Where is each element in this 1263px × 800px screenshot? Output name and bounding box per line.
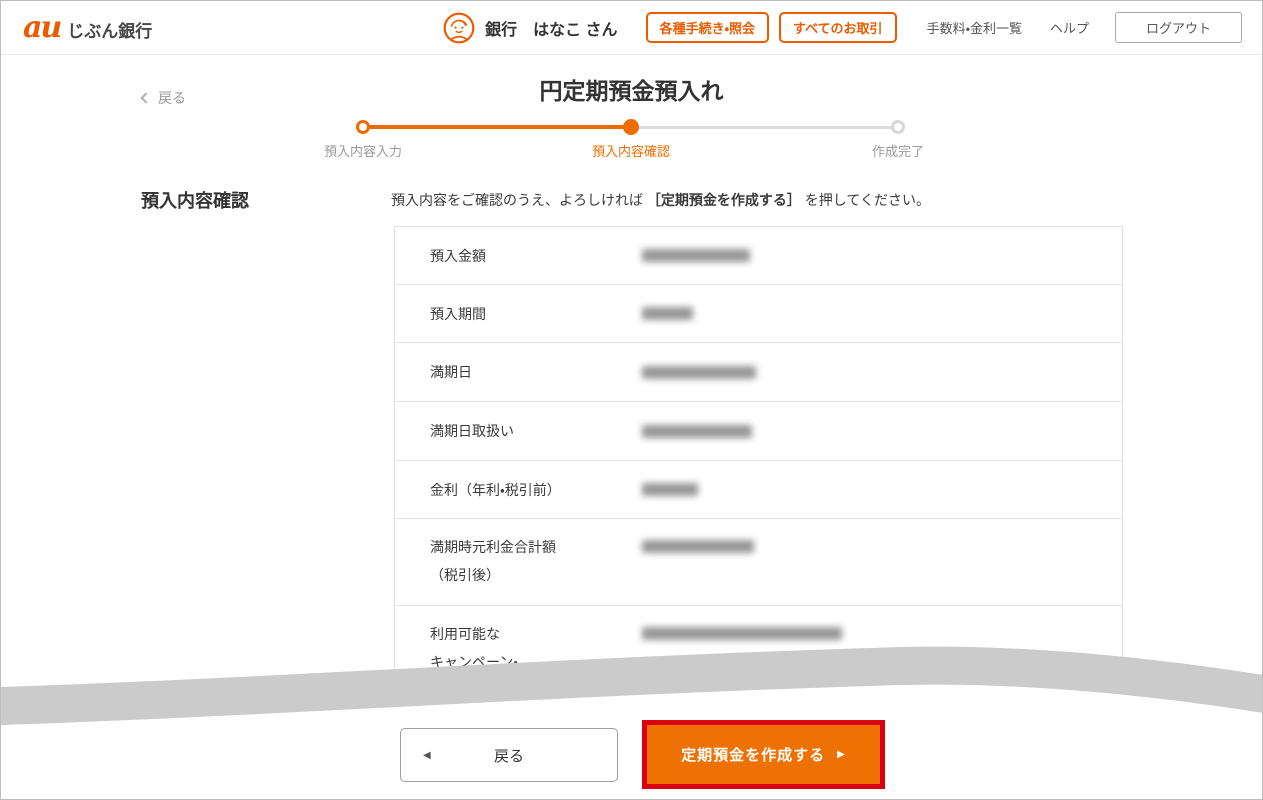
stepper-line-active (363, 125, 631, 129)
table-row: 預入金額 (395, 227, 1122, 285)
table-row: 利用可能なキャンペーン・ (395, 606, 1122, 716)
page: au じぶん銀行 銀行 はなこ さん 各種手続き・照会 すべてのお取引 手数料・… (0, 0, 1263, 800)
section-heading: 預入内容確認 (141, 187, 249, 213)
fees-rates-link[interactable]: 手数料・金利一覧 (927, 18, 1022, 37)
instruction-text: 預入内容をご確認のうえ、よろしければ ［定期預金を作成する］ を押してください。 (391, 190, 930, 210)
row-label: 金利（年利・税引前） (430, 482, 561, 498)
confirmation-table: 預入金額 預入期間 満期日 満期日取扱い 金利（年利・税引前） 満期時元利金合計… (394, 226, 1123, 717)
masked-value (642, 540, 754, 553)
header: au じぶん銀行 銀行 はなこ さん 各種手続き・照会 すべてのお取引 手数料・… (1, 1, 1262, 55)
table-row: 預入期間 (395, 285, 1122, 343)
step-dot-complete (891, 120, 905, 134)
table-row: 満期時元利金合計額（税引後） (395, 519, 1122, 606)
back-button[interactable]: ◀ 戻る (400, 728, 618, 782)
step-label-confirm: 預入内容確認 (551, 141, 711, 160)
row-label: 満期時元利金合計額 (430, 539, 556, 555)
table-row: 満期日取扱い (395, 402, 1122, 461)
highlight-box: 定期預金を作成する ▶ (642, 720, 885, 789)
all-transactions-button[interactable]: すべてのお取引 (779, 12, 897, 43)
row-label: 預入金額 (430, 248, 486, 264)
row-label: 預入期間 (430, 306, 486, 322)
back-button-label: 戻る (494, 745, 524, 766)
masked-value (642, 307, 693, 320)
row-label: 利用可能な (430, 626, 500, 642)
row-label: 満期日取扱い (430, 423, 514, 439)
instruction-prefix: 預入内容をご確認のうえ、よろしければ (391, 192, 647, 208)
help-link[interactable]: ヘルプ (1050, 18, 1089, 37)
step-dot-input (356, 120, 370, 134)
instruction-bold: ［定期預金を作成する］ (647, 192, 801, 208)
instruction-suffix: を押してください。 (801, 192, 930, 208)
procedures-inquiry-button[interactable]: 各種手続き・照会 (646, 12, 769, 43)
stepper-line-upcoming (631, 126, 898, 129)
masked-value (642, 483, 698, 496)
au-logo-text: au (23, 13, 60, 43)
create-deposit-label: 定期預金を作成する (681, 744, 825, 765)
create-deposit-button[interactable]: 定期預金を作成する ▶ (647, 725, 880, 784)
row-label: 満期日 (430, 364, 472, 380)
masked-value (642, 366, 756, 379)
bank-logo[interactable]: au じぶん銀行 (23, 13, 152, 43)
step-label-complete: 作成完了 (818, 141, 978, 160)
arrow-left-icon: ◀ (423, 750, 431, 761)
step-label-input: 預入内容入力 (283, 141, 443, 160)
logout-button[interactable]: ログアウト (1115, 12, 1242, 43)
bank-name: じぶん銀行 (67, 17, 152, 42)
arrow-right-icon: ▶ (837, 749, 846, 760)
step-dot-confirm (623, 119, 639, 135)
page-title: 円定期預金預入れ (1, 72, 1262, 106)
user-name: 銀行 はなこ さん (485, 16, 617, 40)
masked-value (642, 249, 750, 262)
person-avatar-icon (443, 12, 475, 44)
table-row: 満期日 (395, 343, 1122, 402)
masked-value (642, 627, 842, 640)
user-block: 銀行 はなこ さん (443, 12, 617, 44)
table-row: 金利（年利・税引前） (395, 461, 1122, 519)
masked-value (642, 425, 752, 438)
